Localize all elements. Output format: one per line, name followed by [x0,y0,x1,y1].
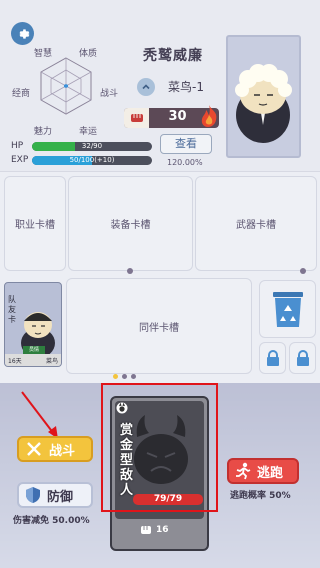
chevron-up-icon [142,84,150,90]
exp-text: 50/100(+10) [69,156,115,164]
partner-slot[interactable]: 同伴卡槽 [66,278,252,374]
attribute-radar: 智慧 体质 经商 战斗 魅力 幸运 [6,40,126,140]
exp-label: EXP [11,155,29,165]
recycle-bin-icon [272,292,303,327]
equip-slot[interactable]: 装备卡槽 [68,176,193,271]
flee-chance: 逃跑概率 50% [230,491,291,501]
locked-slot-2[interactable] [289,342,316,374]
radar-label-luck: 幸运 [79,127,98,137]
partner-status: 员情 [23,346,45,354]
fist-icon [124,108,149,128]
radar-label-constitution: 体质 [79,49,98,59]
running-icon [236,462,251,480]
page-dot [131,374,136,379]
fight-button[interactable]: 战斗 [17,436,93,462]
enemy-attack-value: 16 [156,525,169,535]
partner-tag-3: 卡 [8,315,16,324]
view-button[interactable]: 查看 [160,134,212,154]
equip-slot-indicator [127,268,133,274]
defend-button[interactable]: 防御 [17,482,93,508]
page-dot-active [113,374,118,379]
partner-info: 16天 菜鸟 [5,354,61,366]
partner-slot-label: 同伴卡槽 [139,322,179,334]
flee-label: 逃跑 [257,465,284,481]
enemy-attack: 16 [140,525,169,535]
rank-badge [137,78,155,96]
flee-button[interactable]: 逃跑 [227,458,299,484]
flame-icon [201,105,217,127]
lock-icon [296,350,309,366]
percent-value: 120.00% [167,158,203,167]
exp-bar: 50/100(+10) [32,156,152,165]
job-slot-label: 职业卡槽 [15,220,55,231]
equip-slot-label: 装备卡槽 [110,220,151,231]
locked-slot-1[interactable] [259,342,286,374]
partner-card[interactable]: 队 友 卡 员情 16天 菜鸟 [4,282,62,367]
defend-label: 防御 [47,489,74,505]
defense-reduction: 伤害减免 50.00% [13,516,90,526]
gear-icon [19,28,29,39]
radar-label-charm: 魅力 [34,127,53,137]
hp-label: HP [11,141,24,151]
partner-days: 16天 [8,357,22,365]
partner-tag-1: 队 [8,295,16,304]
highlight-annotation [101,383,218,512]
page-indicator [113,374,136,379]
hp-bar: 32/90 [32,142,152,151]
fight-label: 战斗 [49,443,76,459]
weapon-slot-indicator [300,268,306,274]
job-slot[interactable]: 职业卡槽 [4,176,66,271]
player-portrait[interactable] [226,35,301,158]
shield-icon [26,487,40,503]
hp-text: 32/90 [81,142,103,150]
weapon-slot-label: 武器卡槽 [236,220,276,231]
weapon-slot[interactable]: 武器卡槽 [195,176,317,271]
character-avatar [235,64,292,143]
crossed-swords-icon [27,442,41,456]
partner-rank: 菜鸟 [45,357,58,365]
partner-tag-2: 友 [8,305,16,314]
player-rank: 菜鸟-1 [168,80,204,94]
radar-label-business: 经商 [12,89,31,99]
player-name: 秃鹫威廉 [143,48,203,64]
lock-icon [266,350,279,366]
fist-icon [141,526,151,534]
arrow-annotation [21,391,58,439]
page-dot [122,374,127,379]
radar-label-wisdom: 智慧 [34,49,53,59]
radar-label-combat: 战斗 [100,89,119,99]
discard-slot[interactable] [259,280,316,338]
